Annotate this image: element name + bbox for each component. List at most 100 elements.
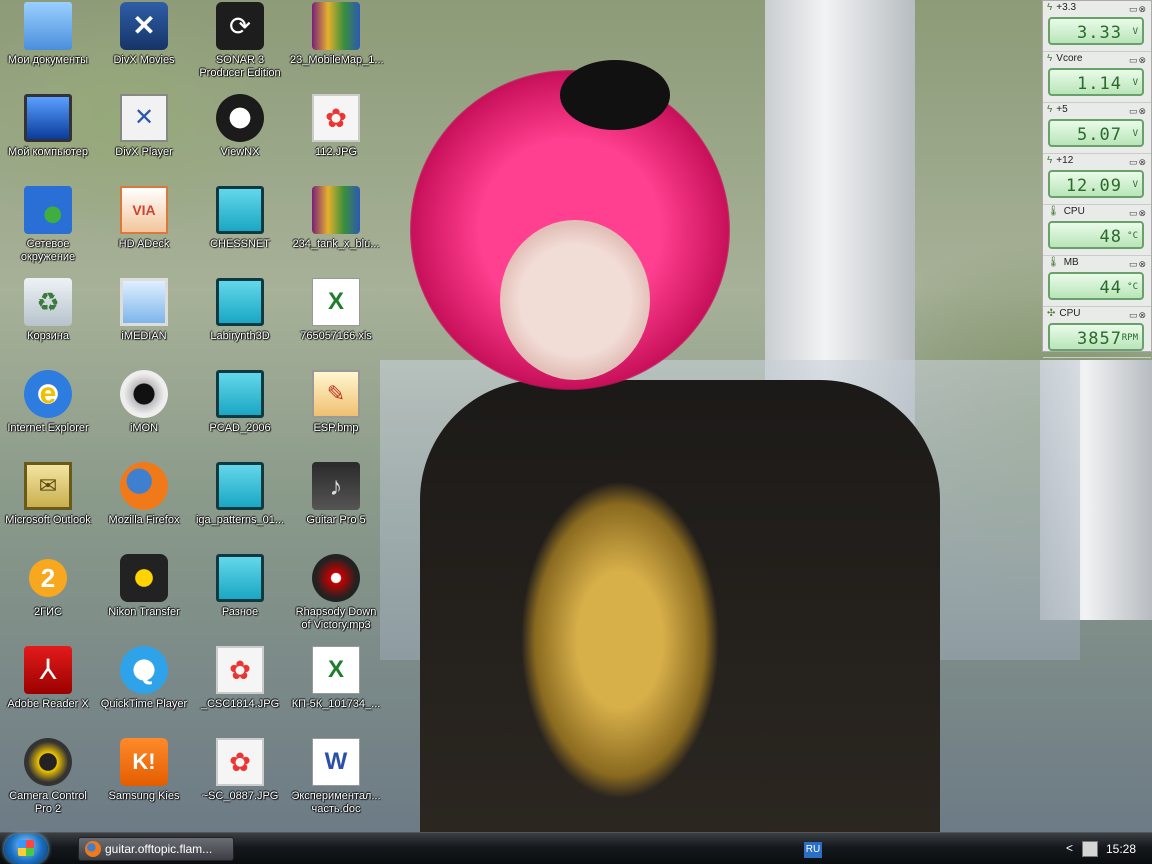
- desktop-icon-label: ESP.bmp: [313, 422, 359, 434]
- desktop-icon[interactable]: Сетевое окружение: [2, 186, 94, 278]
- guitar-pro-icon: ♪: [312, 462, 360, 510]
- camera-control-icon: [24, 738, 72, 786]
- desktop-icon[interactable]: ✿ 112.JPG: [290, 94, 382, 186]
- sensor-unit: V: [1132, 180, 1138, 190]
- sensor-unit: V: [1132, 129, 1138, 139]
- sensor-header: ϟ +12 ▭⊗: [1043, 154, 1151, 168]
- desktop-icon[interactable]: Q QuickTime Player: [98, 646, 190, 738]
- desktop-icon[interactable]: ✕ DivX Player: [98, 94, 190, 186]
- desktop-icon[interactable]: Мои документы: [2, 2, 94, 94]
- desktop-icon-label: Internet Explorer: [7, 422, 89, 434]
- taskbar-window-button[interactable]: guitar.offtopic.flam...: [78, 837, 234, 861]
- sensor-lcd: 44 °C: [1048, 272, 1144, 300]
- network-places-icon: [24, 186, 72, 234]
- start-button[interactable]: [4, 834, 48, 864]
- desktop-icon[interactable]: iMON: [98, 370, 190, 462]
- desktop-icon-label: Корзина: [27, 330, 69, 342]
- desktop-icon[interactable]: ✎ ESP.bmp: [290, 370, 382, 462]
- desktop-icon-label: Разное: [221, 606, 259, 618]
- desktop-icon[interactable]: ✉ Microsoft Outlook: [2, 462, 94, 554]
- sensor-lcd: 48 °C: [1048, 221, 1144, 249]
- desktop-icon[interactable]: ♻ Корзина: [2, 278, 94, 370]
- sensor-lcd: 3.33 V: [1048, 17, 1144, 45]
- language-indicator[interactable]: RU: [804, 842, 822, 858]
- sensor-options-icon[interactable]: ▭⊗: [1129, 155, 1147, 169]
- desktop-icon[interactable]: Мой компьютер: [2, 94, 94, 186]
- desktop-icon-label: iMEDIAN: [121, 330, 167, 342]
- shortcut-cyan-icon: [216, 370, 264, 418]
- sensor-readout: ϟ Vcore ▭⊗ 1.14 V: [1043, 52, 1151, 103]
- sensor-options-icon[interactable]: ▭⊗: [1129, 257, 1147, 271]
- jpg-file-icon: ✿: [216, 646, 264, 694]
- desktop-icon[interactable]: Rhapsody Down of Victory.mp3: [290, 554, 382, 646]
- sensor-type-icon: ϟ: [1047, 2, 1053, 13]
- desktop-icon[interactable]: Nikon Transfer: [98, 554, 190, 646]
- desktop-icon-label: DivX Player: [115, 146, 173, 158]
- sensor-name: Vcore: [1056, 53, 1083, 64]
- my-documents-icon: [24, 2, 72, 50]
- desktop-icon[interactable]: ⅄ Adobe Reader X: [2, 646, 94, 738]
- desktop-icon[interactable]: 234_tank_x_blu...: [290, 186, 382, 278]
- taskbar-clock[interactable]: 15:28: [1106, 842, 1136, 856]
- desktop-icon[interactable]: iMEDIAN: [98, 278, 190, 370]
- desktop-icon[interactable]: ♪ Guitar Pro 5: [290, 462, 382, 554]
- jpg-file-icon: ✿: [216, 738, 264, 786]
- desktop-icon[interactable]: VIA HD ADeck: [98, 186, 190, 278]
- sensor-type-icon: ϟ: [1047, 104, 1053, 115]
- rar-archive-icon: [312, 186, 360, 234]
- desktop-icon-label: SONAR 3 Producer Edition: [199, 54, 281, 79]
- desktop-icon[interactable]: W Экспериментал... часть.doc: [290, 738, 382, 830]
- desktop-icon[interactable]: iga_patterns_01...: [194, 462, 286, 554]
- sensor-lcd: 3857 RPM: [1048, 323, 1144, 351]
- shortcut-cyan-icon: [216, 554, 264, 602]
- desktop-icon[interactable]: ✿ _CSC1814.JPG: [194, 646, 286, 738]
- sensor-type-icon: 🌡: [1047, 257, 1060, 268]
- sensor-type-icon: ϟ: [1047, 155, 1053, 166]
- tray-expand-icon[interactable]: <: [1066, 841, 1073, 855]
- adobe-reader-icon: ⅄: [24, 646, 72, 694]
- sensor-unit: °C: [1127, 231, 1138, 241]
- sensor-readout: ϟ +12 ▭⊗ 12.09 V: [1043, 154, 1151, 205]
- via-hd-adeck-icon: VIA: [120, 186, 168, 234]
- desktop-icon[interactable]: PCAD_2006: [194, 370, 286, 462]
- desktop-icon[interactable]: ✕ DivX Movies: [98, 2, 190, 94]
- desktop-icon[interactable]: 2 2ГИС: [2, 554, 94, 646]
- desktop-icon[interactable]: CHESSNET: [194, 186, 286, 278]
- desktop-icon-label: CHESSNET: [210, 238, 270, 250]
- desktop-icon[interactable]: ⟳ SONAR 3 Producer Edition: [194, 2, 286, 94]
- desktop-icon-label: Мои документы: [7, 54, 89, 66]
- desktop-icon[interactable]: ViewNX: [194, 94, 286, 186]
- tray-app-icon[interactable]: [1082, 841, 1098, 857]
- bmp-file-icon: ✎: [312, 370, 360, 418]
- taskbar: guitar.offtopic.flam... RU < 15:28: [0, 832, 1152, 864]
- sonar-icon: ⟳: [216, 2, 264, 50]
- sensor-value: 1.14: [1077, 74, 1122, 94]
- sensor-options-icon[interactable]: ▭⊗: [1129, 2, 1147, 16]
- desktop-icon[interactable]: Labirynth3D: [194, 278, 286, 370]
- sensor-options-icon[interactable]: ▭⊗: [1129, 104, 1147, 118]
- internet-explorer-icon: e: [24, 370, 72, 418]
- nikon-transfer-icon: [120, 554, 168, 602]
- sensor-options-icon[interactable]: ▭⊗: [1129, 308, 1147, 322]
- desktop-icon[interactable]: K! Samsung Kies: [98, 738, 190, 830]
- sensor-options-icon[interactable]: ▭⊗: [1129, 53, 1147, 67]
- sensor-value: 5.07: [1077, 125, 1122, 145]
- sensor-options-icon[interactable]: ▭⊗: [1129, 206, 1147, 220]
- desktop-icon[interactable]: e Internet Explorer: [2, 370, 94, 462]
- sensor-value: 48: [1099, 227, 1122, 247]
- desktop-icon[interactable]: 23_MobileMap_1...: [290, 2, 384, 94]
- desktop-icon-label: HD ADeck: [118, 238, 170, 250]
- desktop-icon[interactable]: Camera Control Pro 2: [2, 738, 94, 830]
- desktop-icon-label: DivX Movies: [113, 54, 175, 66]
- sensor-header: 🌡 MB ▭⊗: [1043, 256, 1151, 270]
- outlook-icon: ✉: [24, 462, 72, 510]
- desktop-icon[interactable]: X 765057166.xls: [290, 278, 382, 370]
- viewnx-icon: [216, 94, 264, 142]
- desktop-icon[interactable]: Mozilla Firefox: [98, 462, 190, 554]
- sensor-value: 3857: [1077, 329, 1122, 349]
- sensor-type-icon: ϟ: [1047, 53, 1053, 64]
- desktop-icon[interactable]: ✿ ~SC_0887.JPG: [194, 738, 286, 830]
- desktop-icon[interactable]: X КП-5К_101734_...: [290, 646, 382, 738]
- desktop-icon[interactable]: Разное: [194, 554, 286, 646]
- desktop-icon-label: Adobe Reader X: [7, 698, 89, 710]
